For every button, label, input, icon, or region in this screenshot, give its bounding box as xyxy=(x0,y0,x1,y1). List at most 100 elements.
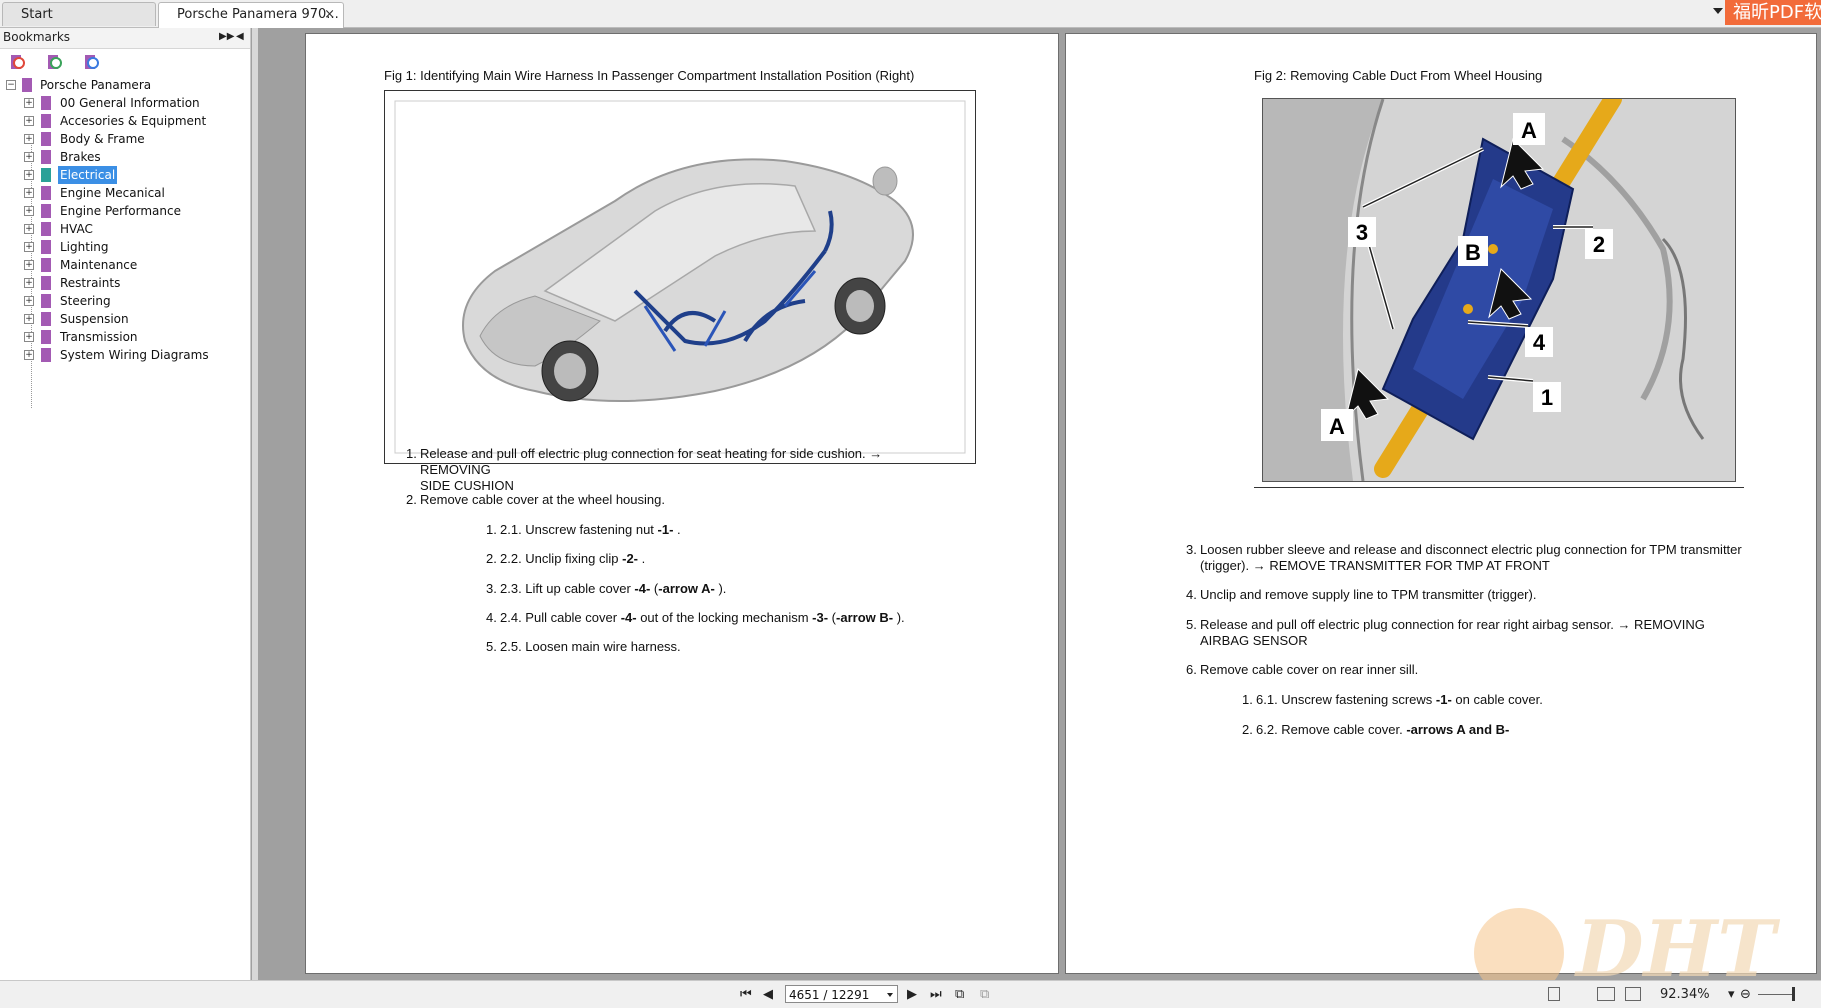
bookmark-tree: − Porsche Panamera + 00 General Informat… xyxy=(0,76,250,408)
document-page-right: Fig 2: Removing Cable Duct From Wheel Ho… xyxy=(1065,33,1817,998)
expand-icon[interactable]: + xyxy=(24,314,34,324)
tree-item-transmission[interactable]: + Transmission xyxy=(0,328,250,346)
delete-bookmark-icon[interactable] xyxy=(8,54,26,72)
step-number: 2. xyxy=(486,551,497,566)
tree-item-accesories[interactable]: + Accesories & Equipment xyxy=(0,112,250,130)
next-page-icon[interactable]: ▶ xyxy=(907,987,917,1002)
tab-document[interactable]: Porsche Panamera 970... × xyxy=(158,2,344,28)
tree-item-engine-mecanical[interactable]: + Engine Mecanical xyxy=(0,184,250,202)
tree-item-steering[interactable]: + Steering xyxy=(0,292,250,310)
expand-icon[interactable]: + xyxy=(24,242,34,252)
tree-item-label: Engine Mecanical xyxy=(60,186,165,200)
page-number-value: 4651 / 12291 xyxy=(789,988,870,1002)
step-item: 6. Remove cable cover on rear inner sill… xyxy=(1186,662,1760,678)
expand-icon[interactable]: + xyxy=(24,224,34,234)
expand-icon[interactable]: + xyxy=(24,152,34,162)
tree-item-electrical[interactable]: + Electrical xyxy=(0,166,250,184)
cable-duct-image: A B 3 2 4 1 A xyxy=(1263,90,1735,482)
step-text: Remove cable cover on rear inner sill. xyxy=(1200,662,1419,677)
tree-item-suspension[interactable]: + Suspension xyxy=(0,310,250,328)
previous-view-icon[interactable]: ⧉ xyxy=(955,987,964,1002)
step-number: 6. xyxy=(1186,662,1197,677)
step-text: ( xyxy=(828,610,837,625)
step-text: Release and pull off electric plug conne… xyxy=(1200,617,1705,632)
expand-icon[interactable]: + xyxy=(24,116,34,126)
tree-item-label: Body & Frame xyxy=(60,132,145,146)
tab-start[interactable]: Start xyxy=(2,2,156,26)
step-text: 2.5. Loosen main wire harness. xyxy=(500,639,681,654)
expand-icon[interactable]: + xyxy=(24,188,34,198)
first-page-icon[interactable]: ⏮ xyxy=(740,987,752,1002)
tree-item-label: Brakes xyxy=(60,150,101,164)
zoom-slider-handle[interactable] xyxy=(1792,987,1795,1001)
step-number: 3. xyxy=(1186,542,1197,557)
two-page-view-icon[interactable] xyxy=(1597,987,1615,1001)
panel-splitter[interactable] xyxy=(252,28,258,980)
expand-icon[interactable]: + xyxy=(24,98,34,108)
step-text: on cable cover. xyxy=(1451,692,1543,707)
last-page-icon[interactable]: ⏭ xyxy=(930,987,942,1002)
step-number: 1. xyxy=(1242,692,1253,707)
expand-icon[interactable]: + xyxy=(24,350,34,360)
expand-icon[interactable]: + xyxy=(24,296,34,306)
part-ref: -3- xyxy=(812,610,829,625)
step-text: Remove cable cover at the wheel housing. xyxy=(420,492,665,507)
expand-icon[interactable]: + xyxy=(24,260,34,270)
brand-badge[interactable]: 福昕PDF软 xyxy=(1725,0,1821,25)
tree-item-brakes[interactable]: + Brakes xyxy=(0,148,250,166)
close-icon[interactable]: × xyxy=(324,3,335,27)
zoom-out-icon[interactable]: ⊖ xyxy=(1740,987,1751,1002)
tree-item-wiring-diagrams[interactable]: + System Wiring Diagrams xyxy=(0,346,250,364)
substep-item: 3. 2.3. Lift up cable cover -4- (-arrow … xyxy=(486,581,900,597)
collapse-icon[interactable]: − xyxy=(6,80,16,90)
collapse-panel-icon[interactable]: ◀ xyxy=(236,31,244,42)
expand-icon[interactable]: + xyxy=(24,134,34,144)
expand-icon[interactable]: + xyxy=(24,170,34,180)
expand-icon[interactable]: + xyxy=(24,278,34,288)
continuous-view-icon[interactable] xyxy=(1625,987,1641,1001)
figure-cable-duct: A B 3 2 4 1 A xyxy=(1262,90,1736,482)
tree-item-hvac[interactable]: + HVAC xyxy=(0,220,250,238)
single-page-view-icon[interactable] xyxy=(1548,987,1560,1001)
tab-list-chevron-down-icon[interactable] xyxy=(1713,8,1723,14)
tree-item-restraints[interactable]: + Restraints xyxy=(0,274,250,292)
step-text: 2.2. Unclip fixing clip xyxy=(500,551,623,566)
previous-page-icon[interactable]: ◀ xyxy=(763,987,773,1002)
substep-item: 2. 6.2. Remove cable cover. -arrows A an… xyxy=(1242,722,1656,738)
step-text: 6.2. Remove cable cover. xyxy=(1256,722,1407,737)
step-item: 4. Unclip and remove supply line to TPM … xyxy=(1186,587,1760,603)
tree-item-engine-performance[interactable]: + Engine Performance xyxy=(0,202,250,220)
zoom-slider-track[interactable] xyxy=(1758,994,1794,995)
step-number: 5. xyxy=(1186,617,1197,632)
tree-item-label: Engine Performance xyxy=(60,204,181,218)
add-bookmark-icon[interactable] xyxy=(45,54,63,72)
find-bookmark-icon[interactable] xyxy=(82,54,100,72)
expand-panel-icon[interactable]: ▶▶ xyxy=(219,31,234,42)
part-ref: -arrows A and B- xyxy=(1406,722,1510,737)
part-ref: -arrow A- xyxy=(658,581,715,596)
page-number-field[interactable]: 4651 / 12291 xyxy=(785,985,898,1003)
tree-item-label: Lighting xyxy=(60,240,109,254)
chevron-down-icon[interactable] xyxy=(887,993,893,997)
zoom-level[interactable]: 92.34% xyxy=(1660,987,1710,1002)
substep-item: 2. 2.2. Unclip fixing clip -2- . xyxy=(486,551,900,567)
figure-car-illustration xyxy=(384,90,976,464)
document-page-left: Fig 1: Identifying Main Wire Harness In … xyxy=(305,33,1059,974)
bookmark-icon xyxy=(41,312,51,326)
part-ref: -arrow B- xyxy=(836,610,894,625)
bookmark-icon xyxy=(41,96,51,110)
tab-label: Start xyxy=(21,7,53,22)
expand-icon[interactable]: + xyxy=(24,332,34,342)
step-item: 3. Loosen rubber sleeve and release and … xyxy=(1186,542,1760,574)
tree-item-maintenance[interactable]: + Maintenance xyxy=(0,256,250,274)
step-text: 6.1. Unscrew fastening screws xyxy=(1256,692,1436,707)
expand-icon[interactable]: + xyxy=(24,206,34,216)
tree-item-general-information[interactable]: + 00 General Information xyxy=(0,94,250,112)
zoom-dropdown-chevron-icon[interactable]: ▾ xyxy=(1728,987,1735,1002)
step-text: Loosen rubber sleeve and release and dis… xyxy=(1200,542,1742,557)
substep-item: 1. 6.1. Unscrew fastening screws -1- on … xyxy=(1242,692,1656,708)
next-view-icon[interactable]: ⧉ xyxy=(980,987,989,1002)
tree-root[interactable]: − Porsche Panamera xyxy=(0,76,250,94)
tree-item-body-frame[interactable]: + Body & Frame xyxy=(0,130,250,148)
tree-item-lighting[interactable]: + Lighting xyxy=(0,238,250,256)
